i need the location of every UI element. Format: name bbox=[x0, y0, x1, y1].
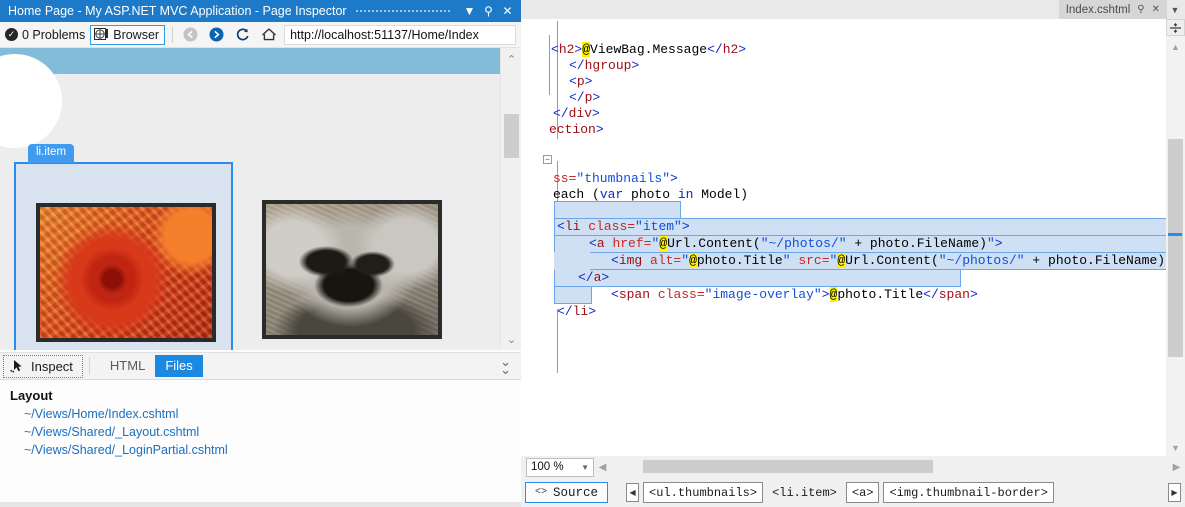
editor-vertical-scrollbar[interactable]: ▲ ▼ bbox=[1166, 19, 1185, 456]
breadcrumb-ul-thumbnails[interactable]: <ul.thumbnails> bbox=[643, 482, 763, 503]
url-bar[interactable]: http://localhost:51137/Home/Index bbox=[284, 25, 516, 45]
file-link-loginpartial[interactable]: ~/Views/Shared/_LoginPartial.cshtml bbox=[0, 439, 521, 457]
hscroll-thumb[interactable] bbox=[643, 460, 933, 473]
code-line-3: <p> bbox=[569, 74, 592, 90]
scroll-up-icon[interactable]: ⌃ bbox=[501, 48, 521, 70]
url-text: http://localhost:51137/Home/Index bbox=[290, 28, 479, 42]
source-button[interactable]: <> Source bbox=[525, 482, 608, 503]
selected-element-badge: li.item bbox=[28, 144, 74, 163]
window-dropdown-icon[interactable]: ▼ bbox=[460, 1, 479, 21]
page-inspector-panel: Home Page - My ASP.NET MVC Application -… bbox=[0, 0, 521, 507]
back-arrow-icon[interactable] bbox=[180, 25, 201, 45]
editor-scroll-thumb[interactable] bbox=[1168, 139, 1183, 357]
code-editor-panel: Index.cshtml ⚲ ✕ ▼ − <h2>@ViewBag.Messag… bbox=[521, 0, 1185, 507]
file-link-index[interactable]: ~/Views/Home/Index.cshtml bbox=[0, 403, 521, 421]
close-icon[interactable]: ✕ bbox=[1152, 4, 1160, 15]
window-title: Home Page - My ASP.NET MVC Application -… bbox=[8, 4, 347, 18]
code-line-15: </a> bbox=[578, 270, 609, 286]
scroll-down-icon[interactable]: ⌄ bbox=[501, 328, 521, 350]
breadcrumb-right-icon[interactable]: ▶ bbox=[1168, 483, 1181, 502]
home-icon[interactable] bbox=[258, 25, 279, 45]
forward-arrow-icon[interactable] bbox=[206, 25, 227, 45]
zoom-level-value: 100 % bbox=[531, 461, 564, 473]
zoom-level-select[interactable]: 100 % ▼ bbox=[526, 458, 594, 477]
tabrow-separator bbox=[89, 357, 90, 375]
editor-horizontal-scrollbar-row: 100 % ▼ ◀ ▶ bbox=[521, 456, 1185, 478]
code-line-10: each (var photo in Model) bbox=[553, 187, 748, 203]
check-circle-icon: ✓ bbox=[5, 28, 18, 41]
selection-span bbox=[554, 269, 961, 287]
preview-vertical-scrollbar[interactable]: ⌃ ⌄ bbox=[500, 48, 521, 350]
code-line-6: ection> bbox=[549, 122, 604, 138]
selected-element-highlight[interactable] bbox=[14, 162, 233, 350]
inspector-tab-row: Inspect HTML Files ⌄⌄ bbox=[0, 352, 521, 380]
titlebar-drag-dots bbox=[355, 0, 452, 22]
tab-files[interactable]: Files bbox=[155, 355, 202, 377]
code-text-area[interactable]: − <h2>@ViewBag.Message</h2> </hgroup> <p… bbox=[521, 19, 1166, 456]
refresh-icon[interactable] bbox=[232, 25, 253, 45]
code-line-1: <h2>@ViewBag.Message</h2> bbox=[551, 42, 746, 58]
inspector-toolbar: ✓ 0 Problems Browser bbox=[0, 22, 521, 48]
hscroll-left-icon[interactable]: ◀ bbox=[594, 462, 611, 473]
code-line-12: <li class="item"> bbox=[557, 219, 690, 235]
code-line-5: </div> bbox=[553, 106, 600, 122]
browser-preview[interactable]: li.item ⌃ ⌄ bbox=[0, 48, 521, 350]
tab-html[interactable]: HTML bbox=[100, 355, 155, 377]
cursor-arrow-icon bbox=[10, 359, 25, 373]
editor-tab-label: Index.cshtml bbox=[1066, 4, 1131, 16]
file-link-layout[interactable]: ~/Views/Shared/_Layout.cshtml bbox=[0, 421, 521, 439]
chevron-down-icon: ▼ bbox=[581, 463, 589, 472]
browser-button[interactable]: Browser bbox=[90, 25, 165, 45]
fold-guide-inner bbox=[549, 35, 550, 95]
fold-toggle-icon[interactable]: − bbox=[543, 155, 552, 164]
editor-status-bar: <> Source ◀ <ul.thumbnails> <li.item> <a… bbox=[521, 478, 1185, 507]
code-line-13: <a href="@Url.Content("~/photos/" + phot… bbox=[589, 236, 1003, 252]
inspector-bottom-edge bbox=[0, 502, 521, 507]
code-line-4: </p> bbox=[569, 90, 600, 106]
selection-li-close bbox=[554, 286, 592, 304]
angle-brackets-icon: <> bbox=[535, 487, 547, 498]
code-line-14: <img alt="@photo.Title" src="@Url.Conten… bbox=[611, 253, 1166, 269]
fold-guide-tail bbox=[557, 309, 558, 373]
preview-scroll-thumb[interactable] bbox=[504, 114, 519, 158]
browser-window-icon bbox=[94, 28, 109, 41]
files-pane: Layout ~/Views/Home/Index.cshtml ~/Views… bbox=[0, 380, 521, 502]
code-line-9: ss="thumbnails"> bbox=[553, 171, 678, 187]
code-line-16: <span class="image-overlay">@photo.Title… bbox=[611, 287, 978, 303]
chevron-double-down-icon[interactable]: ⌄⌄ bbox=[500, 358, 511, 374]
page-header-band bbox=[0, 48, 500, 74]
browser-button-label: Browser bbox=[113, 28, 159, 42]
pin-icon[interactable]: ⚲ bbox=[1137, 4, 1144, 15]
page-inspector-window: Home Page - My ASP.NET MVC Application -… bbox=[0, 0, 1185, 507]
thumbnail-image-koala[interactable] bbox=[262, 200, 442, 339]
inspector-titlebar: Home Page - My ASP.NET MVC Application -… bbox=[0, 0, 521, 22]
code-line-17: </li> bbox=[557, 304, 596, 320]
editor-scroll-down-icon[interactable]: ▼ bbox=[1166, 439, 1185, 456]
chevron-down-icon[interactable]: ▼ bbox=[1167, 5, 1183, 15]
problems-label: 0 Problems bbox=[22, 28, 85, 42]
breadcrumb-a[interactable]: <a> bbox=[846, 482, 880, 503]
hscroll-right-icon[interactable]: ▶ bbox=[1168, 462, 1185, 473]
breadcrumb-li-item[interactable]: <li.item> bbox=[767, 482, 842, 503]
selection-a-close-left bbox=[554, 252, 590, 270]
problems-indicator[interactable]: ✓ 0 Problems bbox=[5, 28, 85, 42]
toolbar-separator bbox=[172, 27, 173, 43]
breadcrumb-img-thumbnail-border[interactable]: <img.thumbnail-border> bbox=[883, 482, 1053, 503]
breadcrumb-left-icon[interactable]: ◀ bbox=[626, 483, 639, 502]
inspect-button-label: Inspect bbox=[31, 359, 73, 374]
thumbnail-image-flower[interactable] bbox=[36, 203, 216, 342]
inspect-button[interactable]: Inspect bbox=[3, 355, 83, 378]
editor-tab-index-cshtml[interactable]: Index.cshtml ⚲ ✕ bbox=[1059, 0, 1167, 19]
selection-li-open bbox=[554, 201, 681, 219]
close-icon[interactable]: ✕ bbox=[498, 1, 517, 21]
hscroll-track[interactable] bbox=[611, 456, 1168, 478]
editor-scroll-up-icon[interactable]: ▲ bbox=[1166, 38, 1185, 55]
scroll-change-marker bbox=[1168, 233, 1182, 236]
code-line-2: </hgroup> bbox=[569, 58, 639, 74]
editor-tab-bar: Index.cshtml ⚲ ✕ ▼ bbox=[521, 0, 1185, 19]
split-view-icon[interactable] bbox=[1166, 19, 1185, 36]
files-heading: Layout bbox=[0, 380, 521, 403]
source-button-label: Source bbox=[553, 486, 598, 500]
pin-icon[interactable]: ⚲ bbox=[479, 1, 498, 21]
